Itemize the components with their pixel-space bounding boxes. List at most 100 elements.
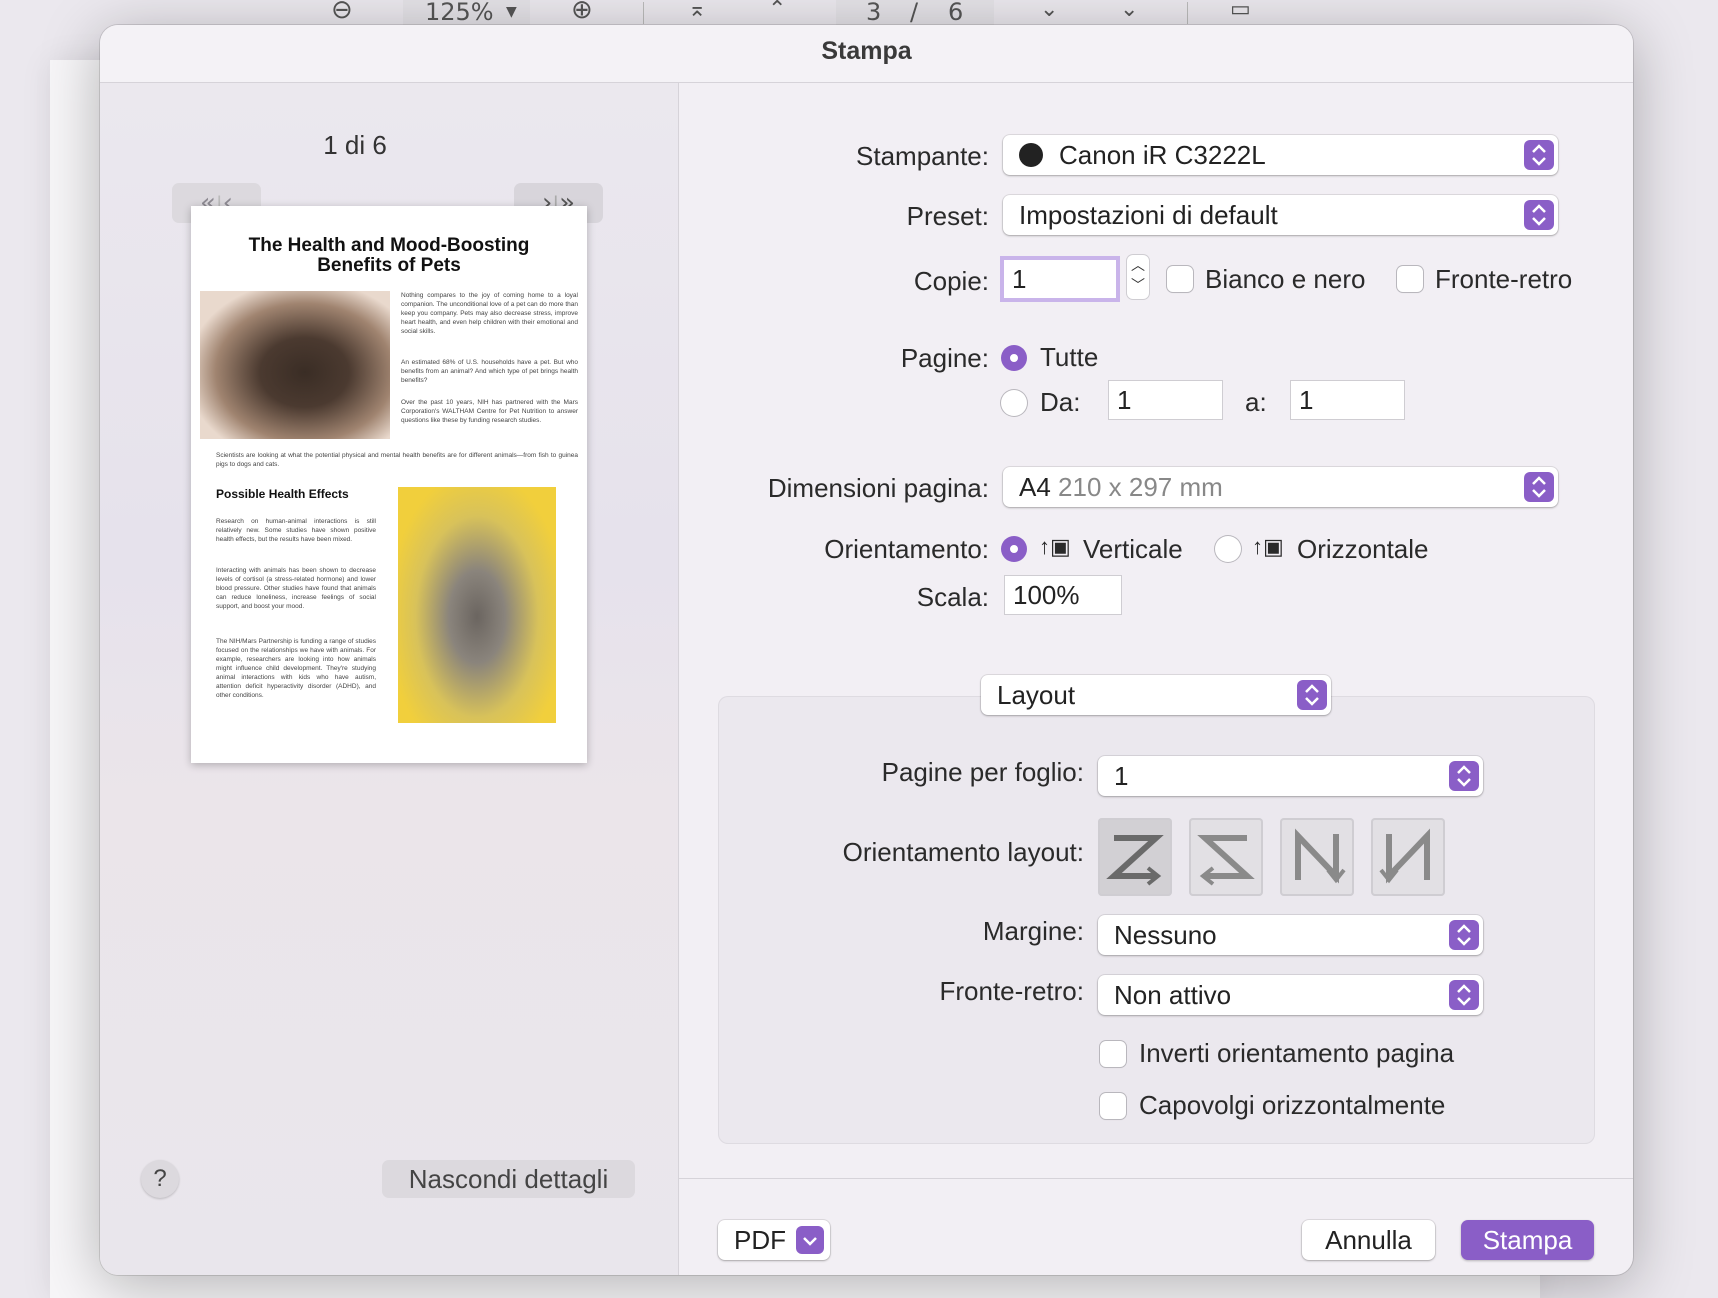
printer-status-icon bbox=[1019, 143, 1043, 167]
preview-pane: «|‹ 1 di 6 ›|» The Health and Mood-Boost… bbox=[100, 83, 679, 1275]
flip-horizontal-checkbox[interactable] bbox=[1100, 1093, 1126, 1119]
stepper-down-icon[interactable]: ﹀ bbox=[1127, 275, 1149, 295]
preview-para-7: The NIH/Mars Partnership is funding a ra… bbox=[216, 638, 376, 699]
section-value: Layout bbox=[997, 680, 1076, 710]
portrait-icon: ↑▣ bbox=[1039, 534, 1071, 559]
layout-reverse-z-icon[interactable] bbox=[1189, 818, 1263, 896]
paper-size-select[interactable]: A4 210 x 297 mm bbox=[1003, 467, 1558, 507]
preview-title: The Health and Mood-Boosting Benefits of… bbox=[191, 236, 587, 276]
scale-field[interactable]: 100% bbox=[1005, 576, 1121, 614]
preset-label: Preset: bbox=[906, 201, 989, 231]
copies-label: Copie: bbox=[913, 266, 989, 296]
border-select[interactable]: Nessuno bbox=[1098, 915, 1483, 955]
bw-label: Bianco e nero bbox=[1205, 264, 1366, 294]
orientation-label: Orientamento: bbox=[824, 534, 989, 564]
footer-divider bbox=[679, 1178, 1633, 1179]
pages-per-sheet-value: 1 bbox=[1114, 761, 1129, 791]
toolbar-divider bbox=[1187, 2, 1188, 24]
landscape-icon: ↑▣ bbox=[1252, 534, 1284, 559]
chevron-updown-icon bbox=[1297, 680, 1327, 710]
chevron-updown-icon bbox=[1524, 200, 1554, 230]
dog-photo-1 bbox=[200, 291, 390, 439]
preview-para-2: An estimated 68% of U.S. households have… bbox=[401, 359, 578, 384]
next-page-icon[interactable]: ⌄ bbox=[1040, 0, 1058, 24]
preview-para-4: Scientists are looking at what the poten… bbox=[216, 452, 578, 468]
copies-field[interactable]: 1 bbox=[1004, 260, 1116, 298]
preview-para-1: Nothing compares to the joy of coming ho… bbox=[401, 292, 578, 335]
page-indicator: 1 di 6 bbox=[323, 130, 387, 160]
viewer-toolbar: ⊖ 125% ▼ ⊕ ⌅ ⌃ 3 / 6 ⌄ ⌄ ▭ bbox=[0, 0, 1718, 28]
chevron-down-icon bbox=[796, 1226, 824, 1254]
last-page-icon[interactable]: ⌄ bbox=[1120, 0, 1138, 24]
page-current: 3 bbox=[866, 0, 882, 26]
chevron-updown-icon bbox=[1449, 980, 1479, 1010]
chevron-updown-icon bbox=[1449, 920, 1479, 950]
pages-per-sheet-label: Pagine per foglio: bbox=[881, 757, 1084, 787]
border-value: Nessuno bbox=[1114, 920, 1217, 950]
zoom-value: 125% bbox=[425, 0, 494, 26]
pages-all-label: Tutte bbox=[1040, 342, 1099, 372]
preset-select[interactable]: Impostazioni di default bbox=[1003, 195, 1558, 235]
pages-label: Pagine: bbox=[900, 343, 989, 373]
stepper-up-icon[interactable]: ︿ bbox=[1127, 255, 1149, 275]
page-separator: / bbox=[910, 0, 919, 26]
chevron-updown-icon bbox=[1524, 472, 1554, 502]
pdf-menu-button[interactable]: PDF bbox=[718, 1220, 830, 1260]
pdf-label: PDF bbox=[734, 1225, 786, 1255]
print-dialog: Stampa «|‹ 1 di 6 ›|» The Health and Moo… bbox=[100, 25, 1633, 1275]
pages-from-label: Da: bbox=[1040, 387, 1081, 417]
two-sided-select[interactable]: Non attivo bbox=[1098, 975, 1483, 1015]
pages-to-field[interactable]: 1 bbox=[1291, 381, 1404, 419]
previous-page-icon[interactable]: ⌃ bbox=[768, 0, 786, 24]
landscape-label: Orizzontale bbox=[1297, 534, 1429, 564]
pages-per-sheet-select[interactable]: 1 bbox=[1098, 756, 1483, 796]
pages-range-radio[interactable] bbox=[1001, 390, 1027, 416]
two-sided-label: Fronte-retro: bbox=[939, 976, 1085, 1006]
layout-reverse-n-icon[interactable] bbox=[1371, 818, 1445, 896]
reverse-orientation-label: Inverti orientamento pagina bbox=[1139, 1038, 1455, 1068]
page-total: 6 bbox=[948, 0, 964, 26]
reverse-orientation-checkbox[interactable] bbox=[1100, 1041, 1126, 1067]
printer-label: Stampante: bbox=[856, 141, 989, 171]
flip-horizontal-label: Capovolgi orizzontalmente bbox=[1139, 1090, 1446, 1120]
toolbar-divider bbox=[643, 2, 644, 24]
scale-label: Scala: bbox=[916, 582, 989, 612]
zoom-out-icon[interactable]: ⊖ bbox=[331, 0, 353, 24]
two-sided-value: Non attivo bbox=[1114, 980, 1232, 1010]
bw-checkbox[interactable] bbox=[1167, 266, 1193, 292]
duplex-checkbox[interactable] bbox=[1397, 266, 1423, 292]
hide-details-button[interactable]: Nascondi dettagli bbox=[382, 1160, 635, 1198]
portrait-radio[interactable] bbox=[1001, 536, 1027, 562]
layout-n-icon[interactable] bbox=[1280, 818, 1354, 896]
pages-all-radio[interactable] bbox=[1001, 345, 1027, 371]
help-button[interactable]: ? bbox=[141, 1160, 179, 1198]
first-page-icon[interactable]: ⌅ bbox=[688, 0, 706, 24]
preview-para-6: Interacting with animals has been shown … bbox=[216, 567, 376, 610]
print-button[interactable]: Stampa bbox=[1461, 1220, 1594, 1260]
airplay-icon[interactable]: ▭ bbox=[1230, 0, 1251, 24]
chevron-updown-icon bbox=[1449, 761, 1479, 791]
portrait-label: Verticale bbox=[1083, 534, 1183, 564]
layout-direction-label: Orientamento layout: bbox=[842, 837, 1084, 867]
pages-to-label: a: bbox=[1245, 387, 1267, 417]
paper-size-value: A4 bbox=[1019, 472, 1051, 502]
cancel-button[interactable]: Annulla bbox=[1302, 1220, 1435, 1260]
layout-z-icon[interactable] bbox=[1098, 818, 1172, 896]
copies-stepper[interactable]: ︿ ﹀ bbox=[1127, 255, 1149, 299]
section-select[interactable]: Layout bbox=[981, 675, 1331, 715]
duplex-label: Fronte-retro bbox=[1435, 264, 1573, 294]
landscape-radio[interactable] bbox=[1215, 536, 1241, 562]
zoom-in-icon[interactable]: ⊕ bbox=[571, 0, 593, 24]
preview-title-line2: Benefits of Pets bbox=[317, 255, 461, 276]
page-preview: The Health and Mood-Boosting Benefits of… bbox=[191, 206, 587, 763]
dialog-title: Stampa bbox=[821, 37, 912, 65]
preview-heading: Possible Health Effects bbox=[216, 487, 349, 501]
pages-from-field[interactable]: 1 bbox=[1109, 381, 1222, 419]
printer-select[interactable]: Canon iR C3222L bbox=[1003, 135, 1558, 175]
chevron-updown-icon bbox=[1524, 140, 1554, 170]
preview-title-line1: The Health and Mood-Boosting bbox=[248, 235, 530, 256]
title-bar: Stampa bbox=[100, 25, 1633, 83]
dog-photo-2 bbox=[398, 487, 556, 723]
preset-value: Impostazioni di default bbox=[1019, 200, 1278, 230]
zoom-dropdown-icon[interactable]: ▼ bbox=[506, 0, 517, 26]
